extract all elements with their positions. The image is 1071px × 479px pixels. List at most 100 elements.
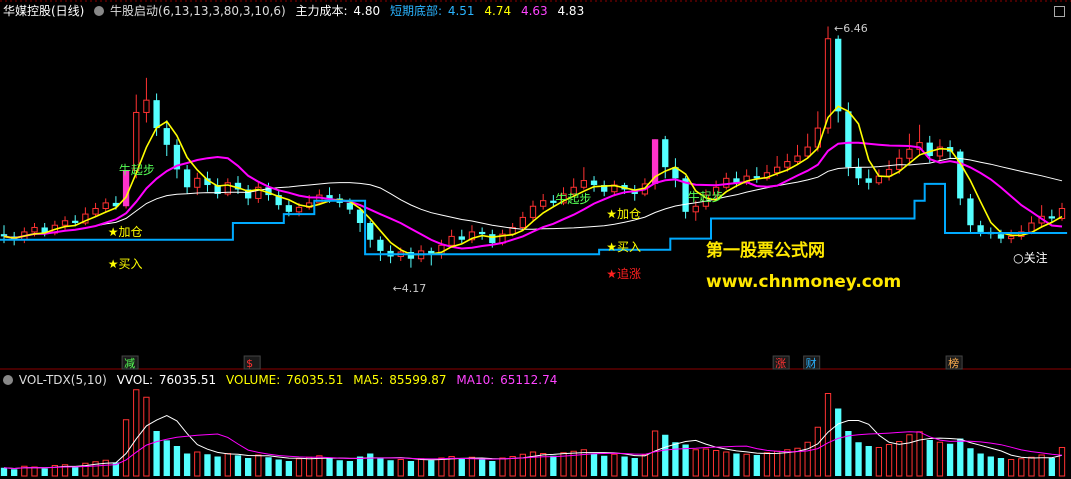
volume-bar bbox=[611, 453, 618, 477]
volume-bar bbox=[163, 440, 170, 476]
candle-body bbox=[295, 206, 303, 213]
volume-bar bbox=[794, 447, 801, 477]
candle-body bbox=[590, 180, 598, 186]
volume-bar bbox=[997, 458, 1005, 476]
volume-bar bbox=[529, 451, 537, 477]
volume-bar bbox=[692, 449, 699, 477]
volume-bar bbox=[468, 456, 476, 477]
candle-body bbox=[194, 177, 201, 188]
candle-body bbox=[458, 236, 465, 240]
candle-body bbox=[540, 200, 547, 207]
volume-bar bbox=[285, 461, 292, 476]
volume-bar bbox=[41, 468, 48, 476]
volume-bar bbox=[672, 442, 679, 476]
candle-body bbox=[845, 111, 852, 168]
volume-bar bbox=[723, 451, 730, 477]
candle-body bbox=[835, 38, 842, 112]
volume-bar bbox=[458, 458, 465, 476]
volume-bar bbox=[275, 459, 282, 476]
corner-marker-icon bbox=[1054, 6, 1065, 17]
volume-bar bbox=[417, 458, 425, 477]
volume-bar bbox=[306, 456, 313, 477]
signal-label: ★加仓 bbox=[606, 207, 641, 221]
volume-bar bbox=[153, 431, 160, 476]
candle-body bbox=[580, 180, 588, 188]
volume-bar bbox=[346, 461, 354, 476]
volume-bar bbox=[245, 458, 252, 476]
volume-bar bbox=[977, 453, 984, 476]
volume-bar bbox=[499, 457, 506, 477]
volume-bar bbox=[682, 444, 689, 476]
volume-bar bbox=[926, 440, 933, 476]
high-price-label: ←6.46 bbox=[834, 22, 868, 35]
volume-ma10-line bbox=[3, 431, 1063, 470]
volume-bar bbox=[0, 467, 8, 476]
candle-body bbox=[774, 166, 781, 174]
volume-bar bbox=[753, 455, 760, 476]
candle-body bbox=[183, 169, 191, 188]
candle-body bbox=[92, 207, 99, 215]
volume-bar bbox=[763, 452, 771, 477]
candle-body bbox=[865, 178, 872, 183]
candle-body bbox=[72, 220, 79, 223]
volume-bar bbox=[173, 446, 181, 476]
signal-label: ★追涨 bbox=[606, 266, 641, 281]
volume-bar bbox=[326, 458, 333, 476]
volume-bar bbox=[194, 451, 201, 477]
candle-body bbox=[153, 100, 160, 129]
volume-bar bbox=[957, 438, 964, 476]
watermark-title: 第一股票公式网 bbox=[706, 241, 825, 261]
signal-label: ★买入 bbox=[606, 240, 641, 254]
volume-bar bbox=[712, 450, 720, 477]
volume-bar bbox=[835, 408, 842, 476]
price-and-volume-chart[interactable]: ←6.46 ←4.17 牛起步 ★加仓 ★买入 牛起步 ★加仓 ★买入 ★追涨 牛起步 ○关注减 $ 涨… bbox=[0, 0, 1071, 479]
volume-bar bbox=[367, 453, 374, 476]
volume-bar bbox=[255, 454, 262, 477]
candle-body bbox=[692, 205, 699, 213]
candle-body bbox=[875, 175, 883, 184]
volume-bar bbox=[509, 456, 516, 477]
signal-label: ★加仓 bbox=[108, 225, 143, 239]
signal-label: 牛起步 bbox=[119, 162, 155, 177]
candle-body bbox=[367, 223, 374, 240]
volume-bar bbox=[733, 453, 740, 476]
event-tag: 榜 bbox=[948, 356, 959, 370]
candle-body bbox=[529, 205, 537, 218]
volume-bar bbox=[11, 469, 18, 476]
volume-bar bbox=[550, 455, 557, 476]
price-ma-white bbox=[3, 157, 1063, 239]
volume-bar bbox=[855, 442, 862, 476]
volume-bar bbox=[133, 389, 140, 477]
volume-bar bbox=[987, 456, 994, 476]
candle-body bbox=[133, 111, 140, 172]
volume-bar bbox=[936, 441, 944, 477]
candle-body bbox=[926, 142, 933, 156]
event-tag: 减 bbox=[124, 357, 135, 370]
candle-body bbox=[448, 235, 455, 246]
volume-bar bbox=[865, 446, 872, 476]
volume-bar bbox=[702, 448, 710, 477]
volume-bar bbox=[377, 458, 384, 476]
watermark-url: www.chnmoney.com bbox=[706, 272, 902, 292]
volume-bar bbox=[295, 458, 303, 477]
volume-bar bbox=[387, 460, 394, 476]
volume-bar bbox=[204, 454, 211, 476]
volume-bar bbox=[143, 396, 150, 477]
volume-bar bbox=[743, 453, 750, 477]
volume-bar bbox=[896, 441, 903, 477]
signal-label: 牛起步 bbox=[688, 189, 724, 204]
candle-body bbox=[316, 194, 323, 204]
volume-bar bbox=[234, 455, 242, 476]
volume-ma5-line bbox=[3, 415, 1063, 470]
volume-bar bbox=[214, 456, 221, 476]
event-tag: $ bbox=[246, 357, 253, 370]
candle-body bbox=[723, 177, 730, 188]
volume-bar bbox=[946, 443, 954, 476]
volume-bar bbox=[651, 430, 659, 477]
candle-body bbox=[478, 231, 486, 235]
volume-bar bbox=[356, 456, 364, 476]
volume-bar bbox=[1007, 459, 1015, 477]
candle-body bbox=[906, 148, 913, 159]
candle-body bbox=[489, 234, 496, 244]
volume-bar bbox=[265, 457, 272, 476]
